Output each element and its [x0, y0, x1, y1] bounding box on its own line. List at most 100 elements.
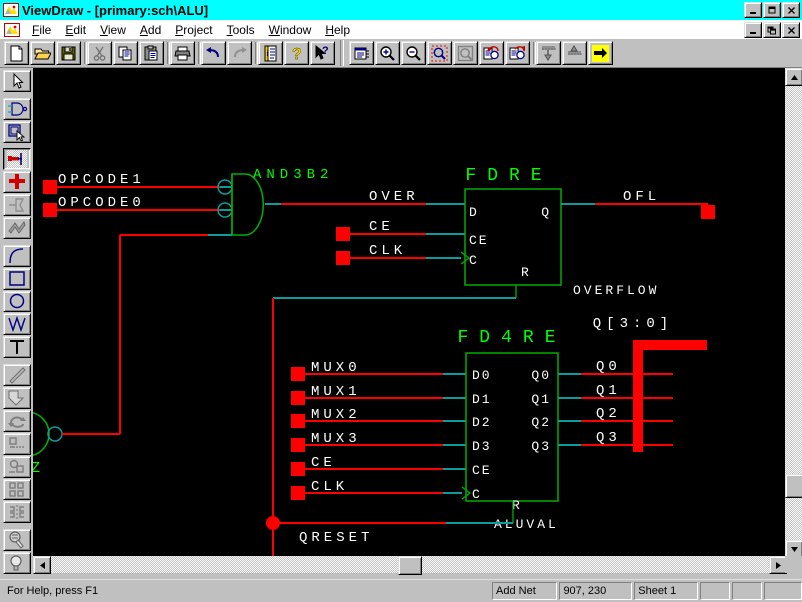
- schematic-canvas-frame: OPCODE1 OPCODE0 AND3B2: [33, 68, 802, 573]
- window-controls: [743, 2, 800, 18]
- select-tool[interactable]: [3, 70, 31, 92]
- menu-add[interactable]: Add: [133, 22, 168, 38]
- ofl-port[interactable]: [701, 205, 715, 219]
- menu-file[interactable]: File: [25, 22, 58, 38]
- title-bar: ViewDraw - [primary:sch\ALU]: [0, 0, 802, 20]
- zoom-in-button[interactable]: [375, 41, 400, 65]
- menu-project[interactable]: Project: [168, 22, 219, 38]
- redo-button[interactable]: [227, 41, 252, 65]
- net-label-mux0: MUX0: [311, 360, 361, 376]
- fd4re-pin-q1: Q1: [531, 392, 551, 407]
- zoom-fit-button[interactable]: [453, 41, 478, 65]
- probe-tool[interactable]: [3, 529, 31, 551]
- doc-restore-button[interactable]: [763, 22, 781, 38]
- fdre-block[interactable]: D CE C Q R: [465, 189, 561, 285]
- menu-edit-rest: dit: [73, 23, 86, 37]
- close-button[interactable]: [782, 2, 800, 18]
- fdre-ce-net[interactable]: [336, 227, 465, 241]
- net-label-q3: Q3: [596, 430, 621, 446]
- doc-close-button[interactable]: [782, 22, 800, 38]
- schematic-canvas[interactable]: OPCODE1 OPCODE0 AND3B2: [33, 68, 785, 556]
- push-into-button[interactable]: [536, 41, 561, 65]
- cut-button[interactable]: [87, 41, 112, 65]
- undo-button[interactable]: [201, 41, 226, 65]
- net-label-ce-bot: CE: [311, 455, 336, 471]
- add-component-tool[interactable]: [3, 98, 31, 120]
- scroll-left-button[interactable]: [33, 556, 51, 574]
- menu-window[interactable]: Window: [262, 22, 319, 38]
- find-previous-button[interactable]: [479, 41, 504, 65]
- add-bus-tool[interactable]: [3, 171, 31, 193]
- menu-project-rest: roject: [183, 23, 212, 37]
- window-title: ViewDraw - [primary:sch\ALU]: [22, 3, 208, 18]
- copy-button[interactable]: [113, 41, 138, 65]
- paste-button[interactable]: [139, 41, 164, 65]
- menu-edit[interactable]: Edit: [58, 22, 93, 38]
- add-net-tool[interactable]: [3, 148, 31, 170]
- net-label-opcode1: OPCODE1: [58, 172, 145, 188]
- light-tool[interactable]: [3, 552, 31, 574]
- print-button[interactable]: [170, 41, 195, 65]
- bus-label-q: Q[3:0]: [593, 316, 673, 332]
- fd4re-block[interactable]: D0 D1 D2 D3 CE C Q0 Q1 Q2 Q3 R: [466, 353, 558, 513]
- draw-polyline-tool[interactable]: [3, 313, 31, 335]
- zoom-out-button[interactable]: [401, 41, 426, 65]
- fill-tool[interactable]: [3, 387, 31, 409]
- sheet-properties-button[interactable]: [349, 41, 374, 65]
- route-tool[interactable]: [3, 433, 31, 455]
- partial-gate-left[interactable]: [33, 412, 62, 456]
- new-file-button[interactable]: [4, 41, 29, 65]
- toolbar-group-file: [4, 41, 81, 65]
- document-logo-icon[interactable]: [4, 23, 20, 37]
- vertical-scrollbar[interactable]: [785, 68, 802, 556]
- document-controls: [743, 22, 800, 38]
- properties-button[interactable]: i: [258, 41, 283, 65]
- pop-up-button[interactable]: [562, 41, 587, 65]
- find-next-button[interactable]: [505, 41, 530, 65]
- add-block-tool[interactable]: [3, 121, 31, 143]
- scroll-up-button[interactable]: [785, 68, 802, 86]
- add-pin-tool[interactable]: [3, 194, 31, 216]
- help-button[interactable]: ?: [284, 41, 309, 65]
- toolbar-group-hier: [536, 41, 613, 65]
- vscroll-track[interactable]: [785, 84, 802, 540]
- instance-label-overflow: OVERFLOW: [573, 283, 659, 298]
- add-text-tool[interactable]: [3, 336, 31, 358]
- q-bus[interactable]: [633, 340, 707, 452]
- next-sheet-button[interactable]: [588, 41, 613, 65]
- draw-arc-tool[interactable]: [3, 245, 31, 267]
- menu-view-rest: iew: [108, 23, 126, 37]
- toolbar-group-view: [349, 41, 530, 65]
- fd4re-pin-d1: D1: [472, 392, 492, 407]
- draw-rect-tool[interactable]: [3, 268, 31, 290]
- scrollbar-corner: [785, 556, 802, 573]
- open-file-button[interactable]: [30, 41, 55, 65]
- net-label-clk-top: CLK: [369, 243, 406, 259]
- group-tool[interactable]: [3, 456, 31, 478]
- horizontal-scrollbar[interactable]: [33, 556, 785, 573]
- mirror-tool[interactable]: [3, 501, 31, 523]
- status-pane-6: [764, 582, 802, 600]
- menu-tools[interactable]: Tools: [220, 22, 262, 38]
- minimize-button[interactable]: [744, 2, 762, 18]
- save-file-button[interactable]: [56, 41, 81, 65]
- fd4re-pin-d3: D3: [472, 439, 492, 454]
- hscroll-thumb[interactable]: [398, 556, 422, 575]
- untangle-tool[interactable]: [3, 479, 31, 501]
- line-style-tool[interactable]: [3, 364, 31, 386]
- menu-view[interactable]: View: [93, 22, 133, 38]
- and3b2-gate[interactable]: [208, 174, 263, 235]
- main-toolbar: i ? ?: [0, 39, 802, 68]
- status-help-text: For Help, press F1: [2, 583, 490, 599]
- maximize-button[interactable]: [763, 2, 781, 18]
- draw-circle-tool[interactable]: [3, 291, 31, 313]
- context-help-button[interactable]: ?: [310, 41, 335, 65]
- vscroll-thumb[interactable]: [785, 474, 802, 498]
- doc-minimize-button[interactable]: [744, 22, 762, 38]
- zoom-area-button[interactable]: [427, 41, 452, 65]
- status-coordinates: 907, 230: [559, 582, 632, 600]
- fdre-pin-r: R: [521, 265, 529, 280]
- add-label-tool[interactable]: [3, 217, 31, 239]
- menu-help[interactable]: Help: [318, 22, 357, 38]
- rotate-tool[interactable]: [3, 410, 31, 432]
